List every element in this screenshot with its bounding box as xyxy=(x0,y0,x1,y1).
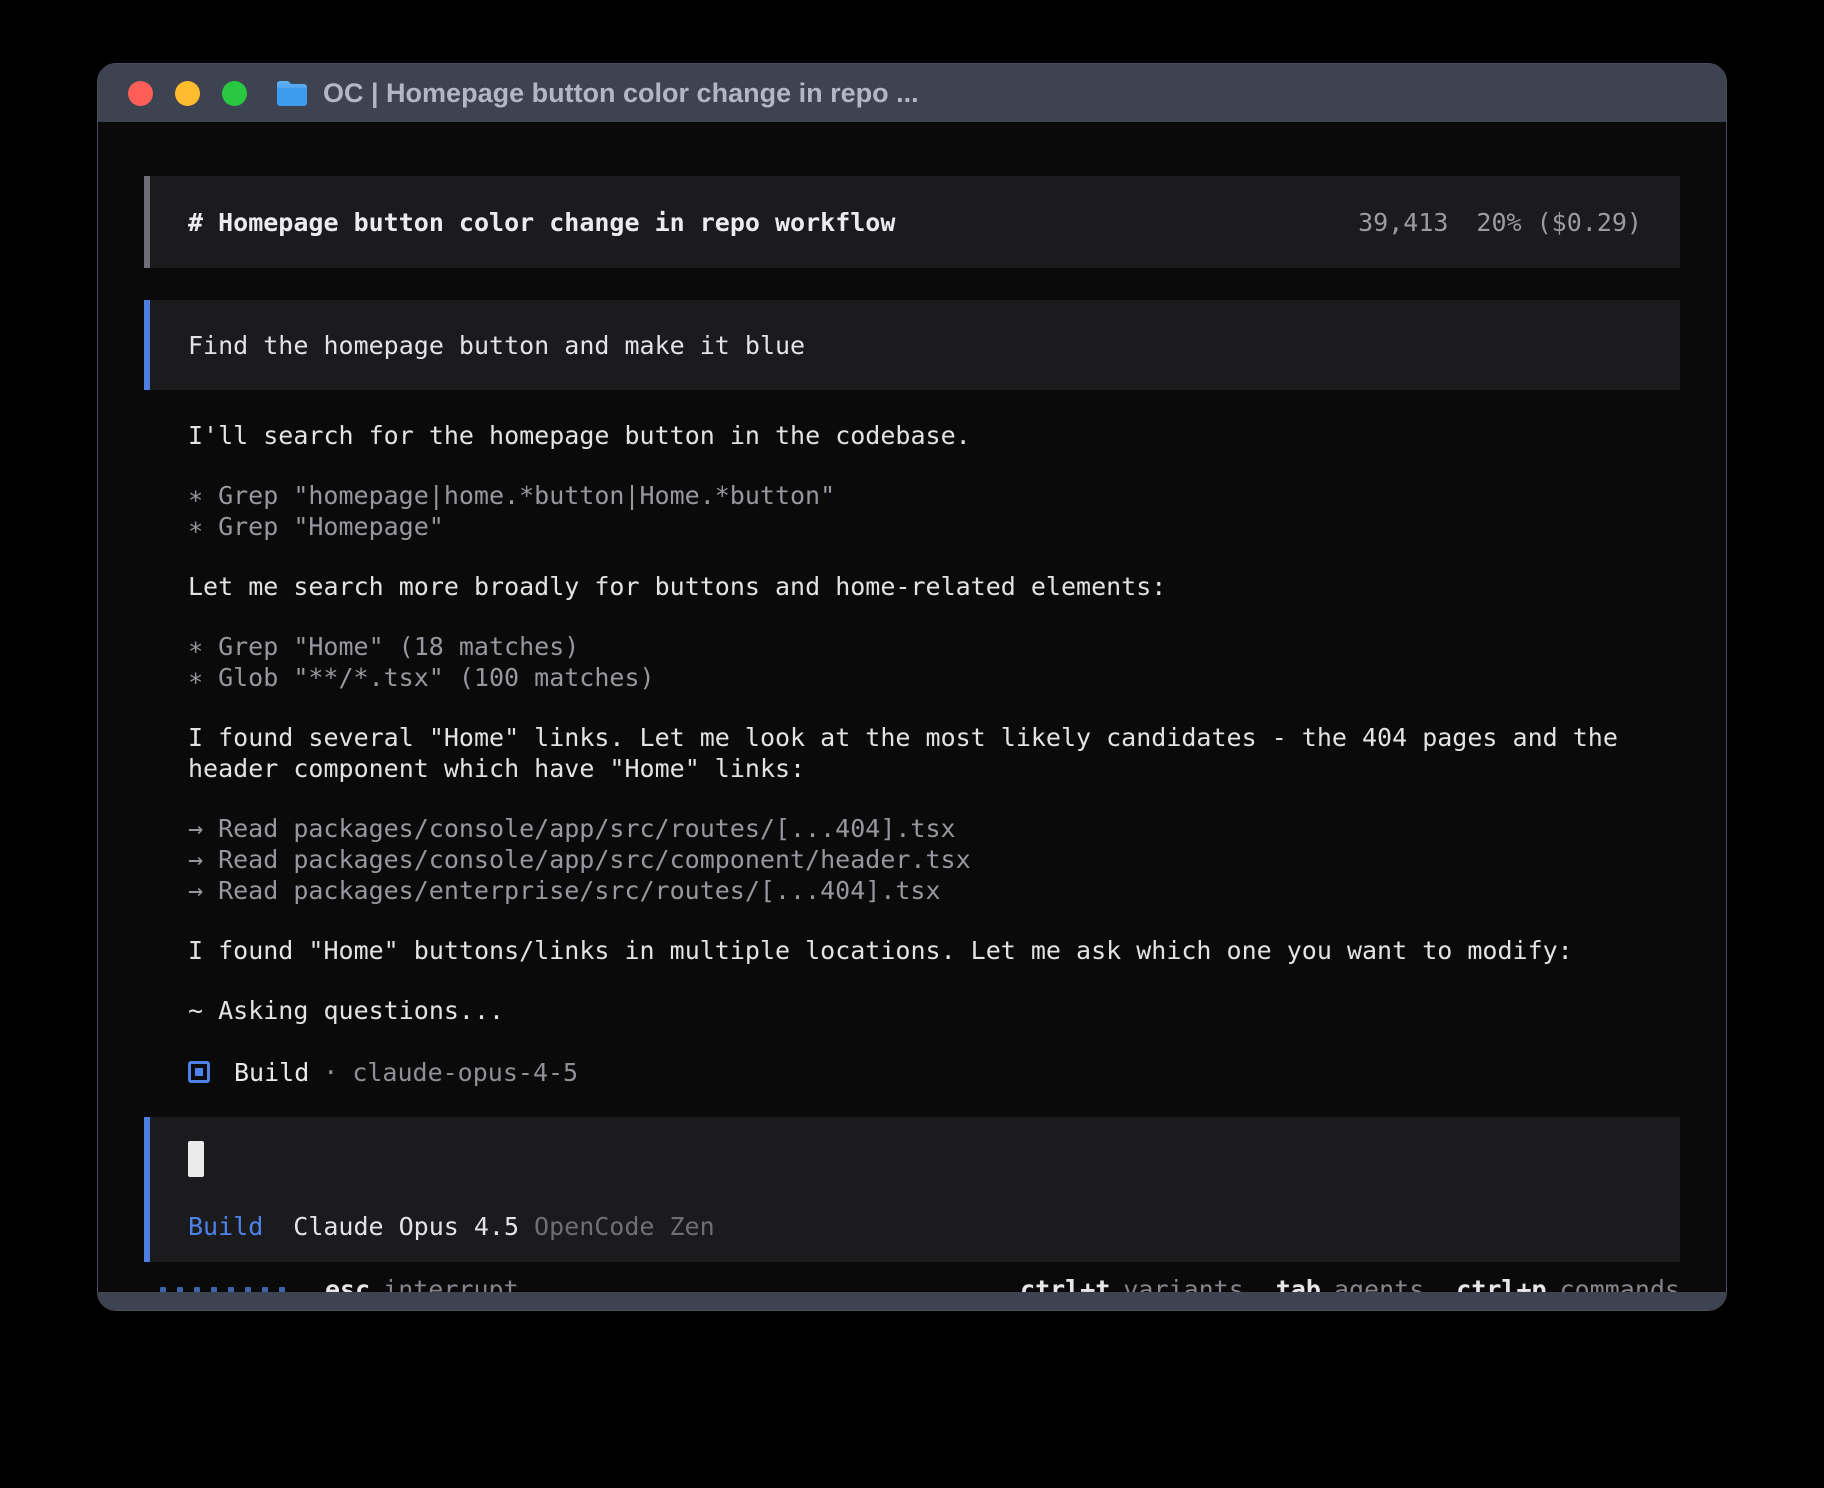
prompt-input[interactable]: Build Claude Opus 4.5 OpenCode Zen xyxy=(144,1117,1680,1262)
zoom-button-icon[interactable] xyxy=(222,81,247,106)
terminal-content: # Homepage button color change in repo w… xyxy=(98,122,1726,1292)
shortcut-key: ctrl+p xyxy=(1456,1274,1546,1292)
model-id: claude-opus-4-5 xyxy=(352,1057,578,1088)
read-call-text: Read packages/console/app/src/routes/[..… xyxy=(218,814,956,843)
status-bar: esc interrupt ctrl+t variants tab agents… xyxy=(144,1274,1680,1292)
shortcut-agents[interactable]: tab agents xyxy=(1276,1274,1424,1292)
shortcut-key: tab xyxy=(1276,1274,1321,1292)
text-cursor xyxy=(188,1141,204,1177)
shortcut-label: agents xyxy=(1334,1274,1424,1292)
tool-call-text: Grep "homepage|home.*button|Home.*button… xyxy=(218,481,835,510)
tool-call-group: ∗ Grep "Home" (18 matches) ∗ Glob "**/*.ts… xyxy=(188,631,1680,693)
read-call: → Read packages/console/app/src/routes/[.… xyxy=(188,813,1680,844)
titlebar[interactable]: OC | Homepage button color change in rep… xyxy=(98,64,1726,122)
provider-label: OpenCode Zen xyxy=(534,1211,715,1242)
session-stats: 39,413 20% ($0.29) xyxy=(1358,207,1642,238)
assistant-messages: I'll search for the homepage button in t… xyxy=(144,420,1680,1089)
status-line: ~ Asking questions... xyxy=(188,995,1680,1026)
agent-name: Build xyxy=(234,1057,309,1088)
tool-call-text: Grep "Homepage" xyxy=(218,512,444,541)
asterisk-icon: ∗ xyxy=(188,662,203,693)
assistant-text: I found several "Home" links. Let me loo… xyxy=(188,722,1648,784)
shortcut-key: ctrl+t xyxy=(1020,1274,1110,1292)
assistant-text: I'll search for the homepage button in t… xyxy=(188,420,1680,451)
assistant-text: I found "Home" buttons/links in multiple… xyxy=(188,935,1648,966)
esc-key-label: interrupt xyxy=(383,1274,518,1292)
status-shortcuts: ctrl+t variants tab agents ctrl+p comman… xyxy=(1020,1274,1680,1292)
arrow-right-icon: → xyxy=(188,844,203,875)
shortcut-label: commands xyxy=(1560,1274,1680,1292)
context-usage-cost: 20% ($0.29) xyxy=(1476,207,1642,238)
tool-call-text: Grep "Home" (18 matches) xyxy=(218,632,579,661)
read-call-text: Read packages/console/app/src/component/… xyxy=(218,845,971,874)
arrow-right-icon: → xyxy=(188,813,203,844)
esc-key[interactable]: esc xyxy=(325,1274,370,1292)
user-message: Find the homepage button and make it blu… xyxy=(144,300,1680,390)
dot-separator: · xyxy=(323,1057,338,1088)
read-call-text: Read packages/enterprise/src/routes/[...… xyxy=(218,876,940,905)
user-message-text: Find the homepage button and make it blu… xyxy=(188,330,805,361)
tool-call: ∗ Grep "homepage|home.*button|Home.*butto… xyxy=(188,480,1680,511)
window-title: OC | Homepage button color change in rep… xyxy=(323,78,919,109)
agent-square-icon xyxy=(188,1061,210,1083)
shortcut-label: variants xyxy=(1123,1274,1243,1292)
spinner-dots-icon xyxy=(160,1287,285,1293)
model-name-label[interactable]: Claude Opus 4.5 xyxy=(293,1211,519,1242)
input-model-row: Build Claude Opus 4.5 OpenCode Zen xyxy=(188,1211,1642,1242)
agent-model-row: Build · claude-opus-4-5 xyxy=(188,1055,1680,1089)
token-count: 39,413 xyxy=(1358,207,1448,238)
arrow-right-icon: → xyxy=(188,875,203,906)
shortcut-commands[interactable]: ctrl+p commands xyxy=(1456,1274,1680,1292)
traffic-lights xyxy=(128,81,247,106)
shortcut-variants[interactable]: ctrl+t variants xyxy=(1020,1274,1244,1292)
tool-call: ∗ Glob "**/*.tsx" (100 matches) xyxy=(188,662,1680,693)
folder-icon xyxy=(275,80,309,107)
desktop: { "window": { "title": "OC | Homepage bu… xyxy=(0,0,1824,1488)
asterisk-icon: ∗ xyxy=(188,631,203,662)
session-title: # Homepage button color change in repo w… xyxy=(188,207,895,238)
tool-call: ∗ Grep "Home" (18 matches) xyxy=(188,631,1680,662)
close-button-icon[interactable] xyxy=(128,81,153,106)
read-call: → Read packages/console/app/src/component… xyxy=(188,844,1680,875)
session-header: # Homepage button color change in repo w… xyxy=(144,176,1680,268)
minimize-button-icon[interactable] xyxy=(175,81,200,106)
status-left: esc interrupt xyxy=(160,1274,519,1292)
app-window: OC | Homepage button color change in rep… xyxy=(98,64,1726,1310)
tool-call-text: Glob "**/*.tsx" (100 matches) xyxy=(218,663,655,692)
tool-call: ∗ Grep "Homepage" xyxy=(188,511,1680,542)
tool-call-group: → Read packages/console/app/src/routes/[.… xyxy=(188,813,1680,906)
tool-call-group: ∗ Grep "homepage|home.*button|Home.*butto… xyxy=(188,480,1680,542)
asterisk-icon: ∗ xyxy=(188,480,203,511)
asterisk-icon: ∗ xyxy=(188,511,203,542)
assistant-text: Let me search more broadly for buttons a… xyxy=(188,571,1680,602)
agent-mode-label[interactable]: Build xyxy=(188,1211,263,1242)
read-call: → Read packages/enterprise/src/routes/[..… xyxy=(188,875,1680,906)
